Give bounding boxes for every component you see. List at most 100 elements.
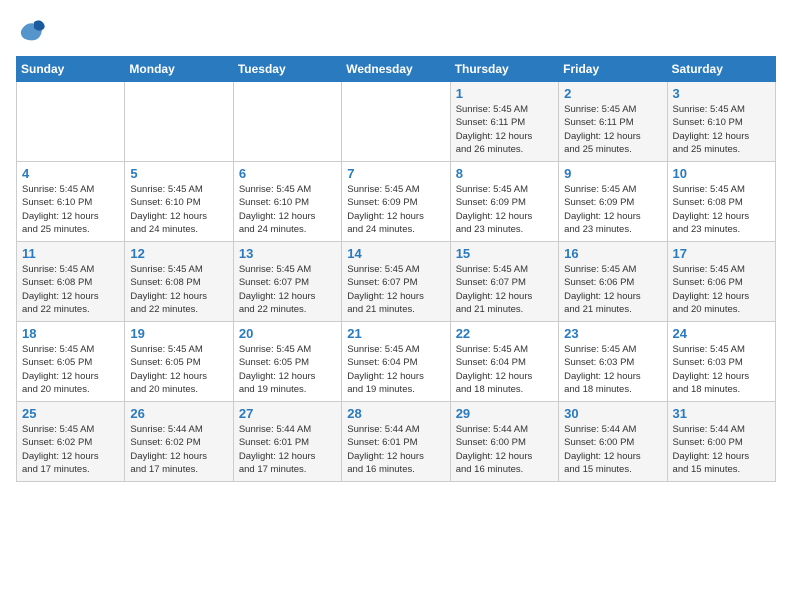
table-cell: 18Sunrise: 5:45 AM Sunset: 6:05 PM Dayli… <box>17 322 125 402</box>
day-info: Sunrise: 5:45 AM Sunset: 6:08 PM Dayligh… <box>673 183 770 236</box>
day-number: 2 <box>564 86 661 101</box>
table-cell: 22 Sunrise: 5:45 AM Sunset: 6:04 PM Dayli… <box>450 322 558 402</box>
day-info: Sunrise: 5:45 AM Sunset: 6:11 PM Dayligh… <box>456 103 553 156</box>
logo <box>16 16 50 46</box>
calendar-table: SundayMondayTuesdayWednesdayThursdayFrid… <box>16 56 776 482</box>
weekday-header-monday: Monday <box>125 57 233 82</box>
table-cell: 21Sunrise: 5:45 AM Sunset: 6:04 PM Dayli… <box>342 322 450 402</box>
day-number: 29 <box>456 406 553 421</box>
table-cell: 28 Sunrise: 5:44 AM Sunset: 6:01 PM Dayli… <box>342 402 450 482</box>
table-cell: 20 Sunrise: 5:45 AM Sunset: 6:05 PM Dayli… <box>233 322 341 402</box>
table-cell: 16 Sunrise: 5:45 AM Sunset: 6:06 PM Dayli… <box>559 242 667 322</box>
weekday-header-thursday: Thursday <box>450 57 558 82</box>
weekday-header-sunday: Sunday <box>17 57 125 82</box>
day-info: Sunrise: 5:45 AM Sunset: 6:07 PM Dayligh… <box>239 263 336 316</box>
day-number: 5 <box>130 166 227 181</box>
table-cell <box>342 82 450 162</box>
day-number: 7 <box>347 166 444 181</box>
day-info: Sunrise: 5:45 AM Sunset: 6:06 PM Dayligh… <box>564 263 661 316</box>
weekday-header-saturday: Saturday <box>667 57 775 82</box>
weekday-header-tuesday: Tuesday <box>233 57 341 82</box>
day-info: Sunrise: 5:45 AM Sunset: 6:02 PM Dayligh… <box>22 423 119 476</box>
day-info: Sunrise: 5:44 AM Sunset: 6:01 PM Dayligh… <box>347 423 444 476</box>
day-number: 11 <box>22 246 119 261</box>
day-info: Sunrise: 5:45 AM Sunset: 6:04 PM Dayligh… <box>456 343 553 396</box>
week-row-5: 25 Sunrise: 5:45 AM Sunset: 6:02 PM Dayli… <box>17 402 776 482</box>
table-cell: 8 Sunrise: 5:45 AM Sunset: 6:09 PM Daylig… <box>450 162 558 242</box>
day-number: 4 <box>22 166 119 181</box>
day-number: 12 <box>130 246 227 261</box>
day-number: 28 <box>347 406 444 421</box>
day-number: 25 <box>22 406 119 421</box>
table-cell: 26Sunrise: 5:44 AM Sunset: 6:02 PM Dayli… <box>125 402 233 482</box>
week-row-1: 1 Sunrise: 5:45 AM Sunset: 6:11 PM Daylig… <box>17 82 776 162</box>
day-number: 24 <box>673 326 770 341</box>
table-cell: 25 Sunrise: 5:45 AM Sunset: 6:02 PM Dayli… <box>17 402 125 482</box>
day-info: Sunrise: 5:45 AM Sunset: 6:03 PM Dayligh… <box>564 343 661 396</box>
day-number: 19 <box>130 326 227 341</box>
day-number: 1 <box>456 86 553 101</box>
table-cell <box>233 82 341 162</box>
day-number: 23 <box>564 326 661 341</box>
day-number: 10 <box>673 166 770 181</box>
day-info: Sunrise: 5:45 AM Sunset: 6:09 PM Dayligh… <box>564 183 661 236</box>
day-info: Sunrise: 5:45 AM Sunset: 6:09 PM Dayligh… <box>347 183 444 236</box>
table-cell <box>17 82 125 162</box>
table-cell: 9 Sunrise: 5:45 AM Sunset: 6:09 PM Daylig… <box>559 162 667 242</box>
day-info: Sunrise: 5:45 AM Sunset: 6:10 PM Dayligh… <box>22 183 119 236</box>
weekday-header-wednesday: Wednesday <box>342 57 450 82</box>
day-number: 30 <box>564 406 661 421</box>
day-info: Sunrise: 5:45 AM Sunset: 6:08 PM Dayligh… <box>130 263 227 316</box>
day-number: 8 <box>456 166 553 181</box>
week-row-4: 18Sunrise: 5:45 AM Sunset: 6:05 PM Dayli… <box>17 322 776 402</box>
table-cell: 24 Sunrise: 5:45 AM Sunset: 6:03 PM Dayli… <box>667 322 775 402</box>
day-info: Sunrise: 5:44 AM Sunset: 6:00 PM Dayligh… <box>673 423 770 476</box>
table-cell: 6 Sunrise: 5:45 AM Sunset: 6:10 PM Daylig… <box>233 162 341 242</box>
day-info: Sunrise: 5:45 AM Sunset: 6:07 PM Dayligh… <box>456 263 553 316</box>
week-row-3: 11 Sunrise: 5:45 AM Sunset: 6:08 PM Dayli… <box>17 242 776 322</box>
table-cell: 1 Sunrise: 5:45 AM Sunset: 6:11 PM Daylig… <box>450 82 558 162</box>
day-info: Sunrise: 5:44 AM Sunset: 6:02 PM Dayligh… <box>130 423 227 476</box>
day-number: 21 <box>347 326 444 341</box>
day-number: 20 <box>239 326 336 341</box>
day-info: Sunrise: 5:44 AM Sunset: 6:01 PM Dayligh… <box>239 423 336 476</box>
table-cell: 17Sunrise: 5:45 AM Sunset: 6:06 PM Dayli… <box>667 242 775 322</box>
day-number: 13 <box>239 246 336 261</box>
day-number: 17 <box>673 246 770 261</box>
day-info: Sunrise: 5:45 AM Sunset: 6:08 PM Dayligh… <box>22 263 119 316</box>
table-cell: 19 Sunrise: 5:45 AM Sunset: 6:05 PM Dayli… <box>125 322 233 402</box>
table-cell: 31Sunrise: 5:44 AM Sunset: 6:00 PM Dayli… <box>667 402 775 482</box>
day-info: Sunrise: 5:45 AM Sunset: 6:10 PM Dayligh… <box>239 183 336 236</box>
table-cell: 13 Sunrise: 5:45 AM Sunset: 6:07 PM Dayli… <box>233 242 341 322</box>
day-info: Sunrise: 5:45 AM Sunset: 6:11 PM Dayligh… <box>564 103 661 156</box>
day-number: 9 <box>564 166 661 181</box>
day-info: Sunrise: 5:45 AM Sunset: 6:09 PM Dayligh… <box>456 183 553 236</box>
table-cell: 11 Sunrise: 5:45 AM Sunset: 6:08 PM Dayli… <box>17 242 125 322</box>
weekday-header-friday: Friday <box>559 57 667 82</box>
table-cell: 10 Sunrise: 5:45 AM Sunset: 6:08 PM Dayli… <box>667 162 775 242</box>
table-cell: 2 Sunrise: 5:45 AM Sunset: 6:11 PM Daylig… <box>559 82 667 162</box>
day-info: Sunrise: 5:44 AM Sunset: 6:00 PM Dayligh… <box>564 423 661 476</box>
day-number: 14 <box>347 246 444 261</box>
day-number: 15 <box>456 246 553 261</box>
table-cell: 4 Sunrise: 5:45 AM Sunset: 6:10 PM Daylig… <box>17 162 125 242</box>
weekday-header-row: SundayMondayTuesdayWednesdayThursdayFrid… <box>17 57 776 82</box>
table-cell: 23 Sunrise: 5:45 AM Sunset: 6:03 PM Dayli… <box>559 322 667 402</box>
table-cell: 12 Sunrise: 5:45 AM Sunset: 6:08 PM Dayli… <box>125 242 233 322</box>
day-number: 16 <box>564 246 661 261</box>
day-number: 6 <box>239 166 336 181</box>
day-info: Sunrise: 5:45 AM Sunset: 6:03 PM Dayligh… <box>673 343 770 396</box>
day-info: Sunrise: 5:45 AM Sunset: 6:05 PM Dayligh… <box>239 343 336 396</box>
day-info: Sunrise: 5:45 AM Sunset: 6:05 PM Dayligh… <box>130 343 227 396</box>
day-number: 22 <box>456 326 553 341</box>
table-cell: 7 Sunrise: 5:45 AM Sunset: 6:09 PM Daylig… <box>342 162 450 242</box>
table-cell: 29 Sunrise: 5:44 AM Sunset: 6:00 PM Dayli… <box>450 402 558 482</box>
logo-icon <box>16 16 46 46</box>
day-info: Sunrise: 5:45 AM Sunset: 6:10 PM Dayligh… <box>673 103 770 156</box>
table-cell: 27Sunrise: 5:44 AM Sunset: 6:01 PM Dayli… <box>233 402 341 482</box>
table-cell <box>125 82 233 162</box>
table-cell: 5Sunrise: 5:45 AM Sunset: 6:10 PM Daylig… <box>125 162 233 242</box>
day-info: Sunrise: 5:45 AM Sunset: 6:07 PM Dayligh… <box>347 263 444 316</box>
day-number: 3 <box>673 86 770 101</box>
day-info: Sunrise: 5:44 AM Sunset: 6:00 PM Dayligh… <box>456 423 553 476</box>
